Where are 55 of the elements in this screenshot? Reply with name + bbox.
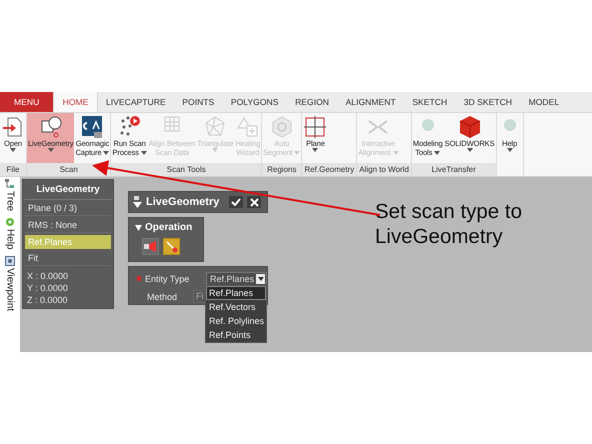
- cancel-button[interactable]: [247, 196, 261, 208]
- tool-button[interactable]: [163, 238, 180, 255]
- tree-icon: [5, 179, 15, 189]
- viewpoint-icon: [5, 256, 15, 266]
- eraser-icon: [144, 241, 157, 252]
- pointer-icon: [166, 240, 178, 252]
- field-label: Entity Type: [144, 274, 190, 284]
- ribbon-tab[interactable]: 3D SKETCH: [455, 92, 520, 112]
- dialog-title: LiveGeometry: [146, 196, 220, 208]
- group-label: LiveTransfer: [412, 163, 496, 176]
- ribbon-tab[interactable]: LIVECAPTURE: [98, 92, 174, 112]
- ribbon-tab[interactable]: ALIGNMENT: [337, 92, 404, 112]
- dropdown-option[interactable]: Ref.Vectors: [206, 300, 266, 314]
- ribbon-tab[interactable]: MODEL: [520, 92, 568, 112]
- ribbon-tab[interactable]: HOME: [53, 92, 98, 112]
- ribbon-tab[interactable]: REGION: [286, 92, 338, 112]
- dot-icon: [504, 119, 516, 131]
- panel-item[interactable]: Plane (0 / 3): [25, 201, 111, 216]
- group-label: Regions: [262, 163, 302, 176]
- coordinate-text: Y : 0.0000: [26, 282, 69, 294]
- panel-item[interactable]: Fit: [25, 251, 111, 266]
- close-icon: [250, 198, 258, 206]
- expand-caret-icon: [135, 224, 142, 230]
- pin-caret-icon: [133, 196, 142, 208]
- caret-icon: [258, 276, 264, 280]
- check-icon: [231, 198, 241, 206]
- annotation-text: Set scan type to LiveGeometry: [375, 199, 524, 250]
- dropdown-option[interactable]: Ref.Points: [206, 328, 266, 342]
- group-label: Scan Tools: [111, 163, 262, 176]
- ribbon-tab[interactable]: POINTS: [174, 92, 223, 112]
- tool-button[interactable]: [142, 238, 159, 255]
- panel-item[interactable]: RMS : None: [25, 218, 111, 233]
- group-label: File: [0, 163, 26, 176]
- panel-title: LiveGeometry: [23, 180, 113, 200]
- field-label: Method: [146, 292, 178, 302]
- dropdown-option[interactable]: Ref. Polylines: [206, 314, 266, 328]
- section-title: Operation: [145, 222, 192, 233]
- ribbon-tab[interactable]: SKETCH: [404, 92, 456, 112]
- help-icon: [5, 217, 15, 228]
- menu-tab[interactable]: MENU: [0, 92, 54, 112]
- ok-button[interactable]: [229, 196, 243, 208]
- side-tab[interactable]: Viewpoint: [4, 268, 16, 311]
- group-label: Ref.Geometry: [302, 163, 356, 176]
- coordinate-text: X : 0.0000: [26, 270, 70, 282]
- dot-icon: [422, 119, 434, 131]
- cube-icon: [458, 115, 482, 139]
- entity-type-select[interactable]: Ref.Planes: [206, 272, 267, 286]
- side-tab[interactable]: Tree: [4, 191, 16, 212]
- shapes-icon: [38, 115, 63, 139]
- plane-icon: [303, 115, 328, 139]
- ribbon-tab[interactable]: POLYGONS: [222, 92, 287, 112]
- side-tab[interactable]: Help: [4, 229, 16, 250]
- group-label: Align to World: [357, 163, 411, 176]
- coordinate-text: Z : 0.0000: [26, 294, 69, 306]
- dropdown-option[interactable]: Ref.Planes: [206, 286, 266, 300]
